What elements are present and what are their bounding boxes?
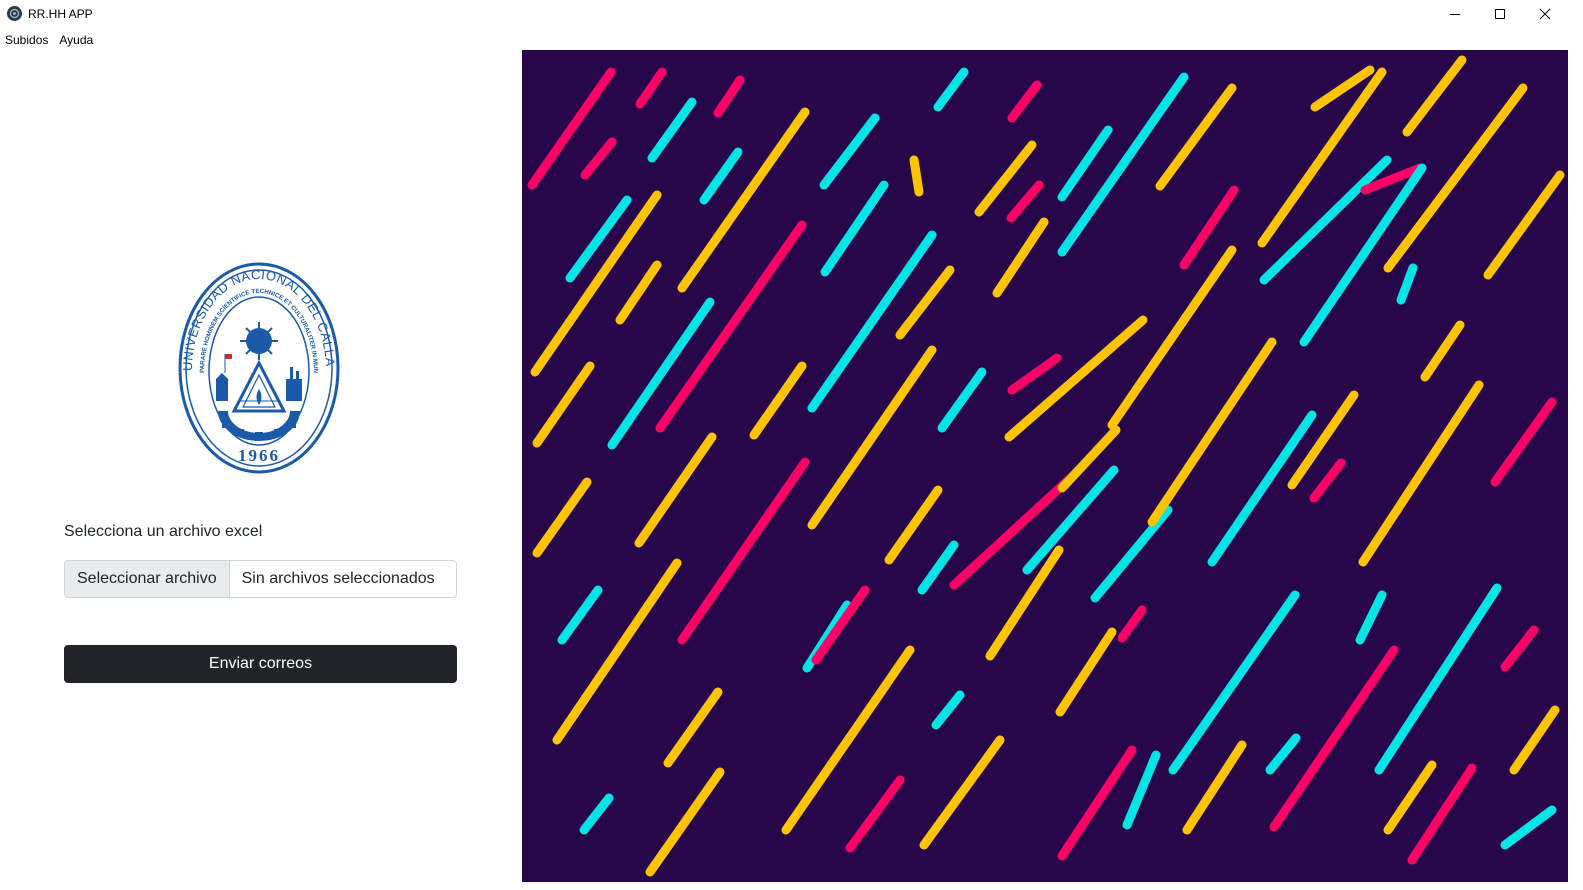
minimize-button[interactable] <box>1432 0 1478 28</box>
minimize-icon <box>1450 14 1460 15</box>
app-icon <box>7 6 22 21</box>
file-status: Sin archivos seleccionados <box>241 570 435 587</box>
maximize-icon <box>1495 9 1505 19</box>
file-input[interactable]: Seleccionar archivo Sin archivos selecci… <box>64 560 457 598</box>
title-bar: RR.HH APP <box>0 0 1583 28</box>
decorative-artwork <box>522 50 1568 882</box>
file-label: Selecciona un archivo excel <box>64 523 263 540</box>
left-panel: UNIVERSIDAD NACIONAL DEL CALLAO PARARE H… <box>0 50 522 890</box>
logo-year: 1966 <box>238 446 280 465</box>
art-stroke-yellow <box>909 155 924 197</box>
menu-bar: Subidos Ayuda <box>0 30 99 50</box>
flag-icon <box>225 354 232 359</box>
close-icon <box>1539 8 1551 20</box>
university-logo: UNIVERSIDAD NACIONAL DEL CALLAO PARARE H… <box>176 261 340 474</box>
maximize-button[interactable] <box>1477 0 1523 28</box>
menu-item-ayuda[interactable]: Ayuda <box>54 30 99 50</box>
close-button[interactable] <box>1522 0 1568 28</box>
menu-item-subidos[interactable]: Subidos <box>0 30 54 50</box>
send-emails-button[interactable]: Enviar correos <box>64 645 457 683</box>
window-title: RR.HH APP <box>28 7 93 21</box>
select-file-button[interactable]: Seleccionar archivo <box>65 561 230 597</box>
